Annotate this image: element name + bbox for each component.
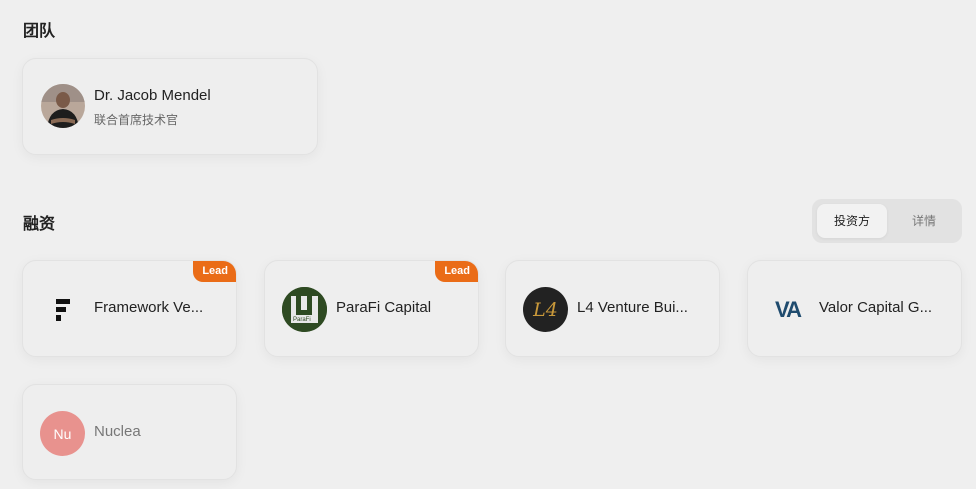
- initials-avatar: Nu: [40, 411, 85, 456]
- investor-card-framework[interactable]: Framework Ve... Lead: [22, 260, 237, 357]
- tab-investors[interactable]: 投资方: [817, 204, 887, 238]
- l4-logo-text: L4: [533, 298, 558, 321]
- funding-view-toggle: 投资方 详情: [812, 199, 962, 243]
- investor-name: L4 Venture Bui...: [577, 299, 688, 316]
- team-member-card[interactable]: Dr. Jacob Mendel 联合首席技术官: [22, 58, 318, 155]
- valor-logo-icon: VA: [765, 287, 810, 332]
- investor-name: Valor Capital G...: [819, 299, 933, 316]
- avatar-initials: Nu: [53, 425, 72, 442]
- parafi-logo-icon: ParaFi: [282, 287, 327, 332]
- tab-details[interactable]: 详情: [892, 204, 956, 238]
- framework-logo-icon: [40, 287, 85, 332]
- valor-logo-text: VA: [775, 296, 802, 322]
- team-section-title: 团队: [23, 23, 56, 40]
- l4-logo-icon: L4: [523, 287, 568, 332]
- lead-badge: Lead: [435, 261, 478, 282]
- investor-name: Framework Ve...: [94, 299, 204, 316]
- parafi-logo-text: ParaFi: [293, 317, 311, 323]
- investor-card-nuclea[interactable]: Nu Nuclea: [22, 384, 237, 480]
- lead-badge: Lead: [193, 261, 236, 282]
- investor-card-valor[interactable]: VA Valor Capital G...: [747, 260, 962, 357]
- funding-section-title: 融资: [23, 216, 56, 233]
- investor-name: ParaFi Capital: [336, 299, 432, 316]
- avatar: [41, 84, 85, 128]
- member-role: 联合首席技术官: [94, 113, 179, 127]
- investor-card-l4[interactable]: L4 L4 Venture Bui...: [505, 260, 720, 357]
- investor-card-parafi[interactable]: ParaFi ParaFi Capital Lead: [264, 260, 479, 357]
- investor-name: Nuclea: [94, 423, 141, 440]
- member-name: Dr. Jacob Mendel: [94, 87, 211, 104]
